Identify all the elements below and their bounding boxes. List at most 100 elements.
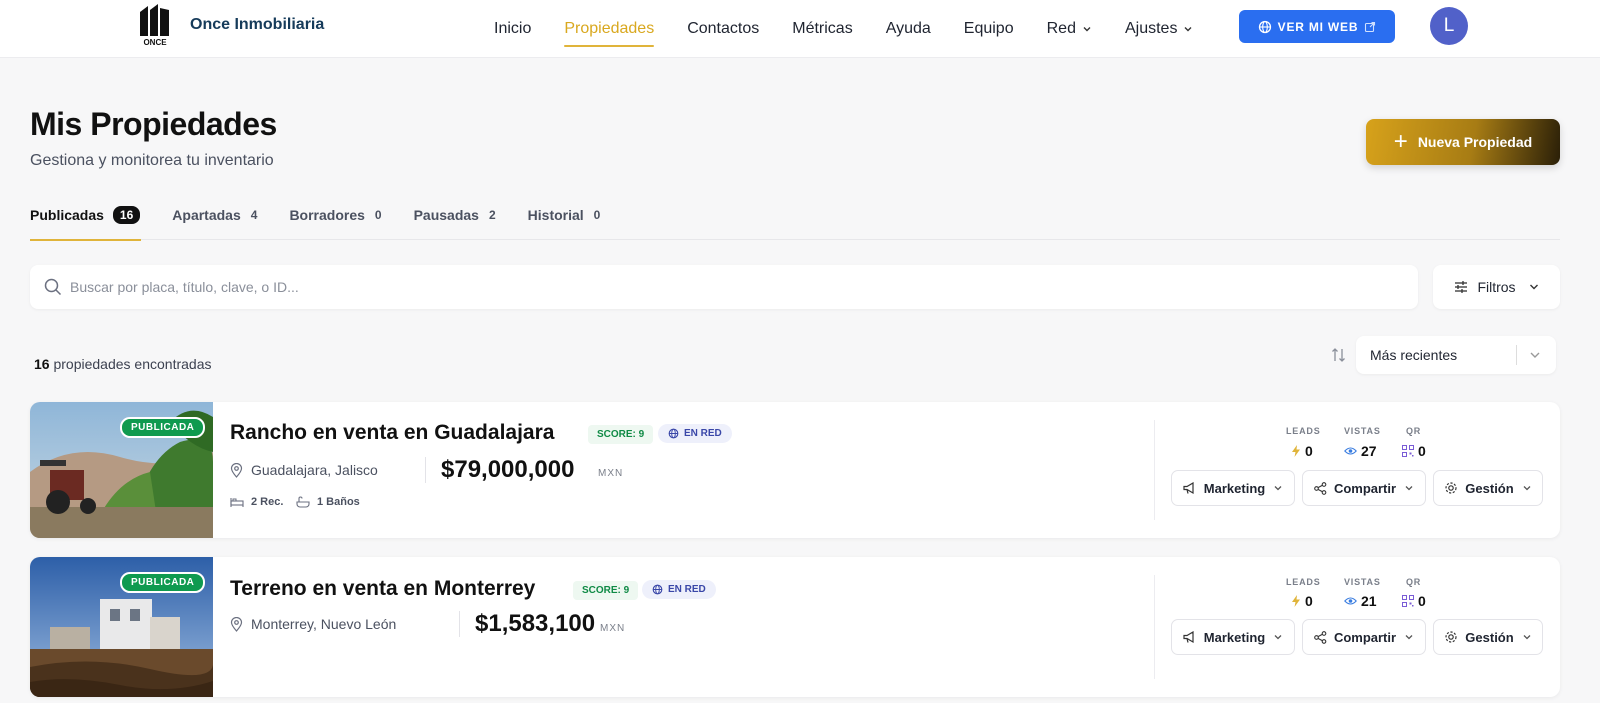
property-card[interactable]: PUBLICADA Terreno en venta en Monterrey … (30, 557, 1560, 697)
nav-ajustes[interactable]: Ajustes (1125, 0, 1193, 58)
leads-value: 0 (1305, 443, 1313, 459)
tab-publicadas[interactable]: Publicadas 16 (30, 190, 142, 241)
filters-label: Filtros (1477, 279, 1516, 295)
stat-label-vistas: VISTAS (1344, 577, 1381, 587)
chevron-down-icon (1083, 27, 1091, 32)
nav-inicio[interactable]: Inicio (494, 0, 531, 58)
manage-button[interactable]: Gestión (1433, 619, 1543, 655)
share-label: Compartir (1333, 480, 1397, 496)
tab-label: Borradores (289, 207, 365, 223)
nav-propiedades[interactable]: Propiedades (564, 0, 654, 58)
sliders-icon (1455, 281, 1468, 293)
map-pin-icon (230, 616, 243, 632)
property-title[interactable]: Terreno en venta en Monterrey (230, 577, 535, 601)
megaphone-icon (1183, 630, 1197, 644)
property-price: $79,000,000 (441, 456, 575, 483)
tab-apartadas[interactable]: Apartadas 4 (172, 190, 257, 240)
page-title: Mis Propiedades (30, 106, 277, 142)
manage-button[interactable]: Gestión (1433, 470, 1543, 506)
share-button[interactable]: Compartir (1302, 619, 1426, 655)
globe-icon (652, 584, 663, 595)
svg-text:ONCE: ONCE (143, 38, 167, 47)
view-my-web-button[interactable]: VER MI WEB (1239, 10, 1395, 43)
baths-text: 1 Baños (317, 496, 360, 508)
score-badge: SCORE: 9 (588, 425, 654, 444)
eye-icon (1344, 597, 1357, 605)
marketing-button[interactable]: Marketing (1171, 619, 1295, 655)
share-icon (1314, 630, 1327, 644)
stat-label-qr: QR (1406, 577, 1422, 587)
marketing-button[interactable]: Marketing (1171, 470, 1295, 506)
eye-icon (1344, 447, 1357, 455)
currency-label: MXN (600, 623, 626, 634)
nav-equipo[interactable]: Equipo (964, 0, 1014, 58)
location-text: Guadalajara, Jalisco (251, 462, 378, 478)
qr-icon (1402, 445, 1414, 457)
tab-count-badge: 4 (250, 208, 258, 222)
chevron-down-icon (1530, 352, 1540, 358)
tab-borradores[interactable]: Borradores 0 (289, 190, 381, 240)
property-photo-rancho[interactable]: PUBLICADA (30, 402, 213, 538)
nav-ayuda[interactable]: Ayuda (886, 0, 931, 58)
sort-select[interactable]: Más recientes (1356, 336, 1556, 374)
nav-contactos[interactable]: Contactos (687, 0, 759, 58)
tab-count-badge: 16 (112, 206, 141, 224)
nav-label: Inicio (494, 20, 532, 37)
tab-count-badge: 2 (488, 208, 496, 222)
chevron-down-icon (1184, 27, 1192, 32)
tab-label: Historial (527, 207, 584, 223)
feature-baths: 1 Baños (296, 496, 360, 508)
card-divider (1154, 420, 1155, 520)
stat-label-leads: LEADS (1286, 426, 1321, 436)
brand-name[interactable]: Once Inmobiliaria (190, 16, 324, 34)
view-my-web-label: VER MI WEB (1277, 19, 1359, 34)
globe-icon (1258, 20, 1271, 33)
main-nav: Inicio Propiedades Contactos Métricas Ay… (494, 0, 1226, 58)
lightning-icon (1292, 445, 1300, 457)
new-property-button[interactable]: + Nueva Propiedad (1366, 119, 1560, 165)
chevron-down-icon (1529, 284, 1538, 290)
external-link-icon (1365, 21, 1376, 32)
property-title[interactable]: Rancho en venta en Guadalajara (230, 421, 554, 445)
stat-views: 21 (1344, 593, 1377, 609)
search-icon (44, 278, 62, 296)
globe-icon (668, 428, 679, 439)
share-label: Compartir (1333, 629, 1397, 645)
stat-qr: 0 (1402, 593, 1426, 609)
stat-views: 27 (1344, 443, 1377, 459)
search-bar (30, 265, 1418, 309)
leads-value: 0 (1305, 593, 1313, 609)
vertical-divider (425, 457, 426, 483)
user-avatar[interactable]: L (1430, 7, 1468, 45)
nav-label: Equipo (963, 20, 1014, 37)
sort-icon[interactable] (1331, 346, 1347, 364)
nav-label: Métricas (792, 20, 853, 37)
stat-label-vistas: VISTAS (1344, 426, 1381, 436)
tab-historial[interactable]: Historial 0 (528, 190, 601, 240)
top-navbar: ONCE Once Inmobiliaria Inicio Propiedade… (0, 0, 1600, 58)
tab-pausadas[interactable]: Pausadas 2 (414, 190, 496, 240)
stat-label-qr: QR (1406, 426, 1422, 436)
qr-value: 0 (1418, 443, 1426, 459)
chevron-down-icon (1404, 483, 1414, 493)
share-button[interactable]: Compartir (1302, 470, 1426, 506)
results-count: 16 propiedades encontradas (34, 356, 211, 372)
chevron-down-icon (1522, 632, 1532, 642)
search-input[interactable] (70, 279, 1370, 295)
property-card[interactable]: PUBLICADA Rancho en venta en Guadalajara… (30, 402, 1560, 538)
select-divider (1516, 345, 1517, 365)
once-logo[interactable]: ONCE (138, 4, 172, 48)
sort-selected-value: Más recientes (1370, 347, 1458, 363)
new-property-label: Nueva Propiedad (1417, 134, 1533, 150)
property-photo-terreno[interactable]: PUBLICADA (30, 557, 213, 697)
tab-count-badge: 0 (593, 208, 601, 222)
gear-icon (1444, 630, 1458, 644)
status-tabs: Publicadas 16 Apartadas 4 Borradores 0 Paus… (30, 190, 1560, 241)
filters-button[interactable]: Filtros (1433, 265, 1560, 309)
lightning-icon (1292, 595, 1300, 607)
network-badge: EN RED (658, 424, 732, 443)
stat-leads: 0 (1291, 443, 1313, 459)
nav-metricas[interactable]: Métricas (792, 0, 852, 58)
property-location: Monterrey, Nuevo León (230, 616, 396, 632)
nav-red[interactable]: Red (1047, 0, 1092, 58)
